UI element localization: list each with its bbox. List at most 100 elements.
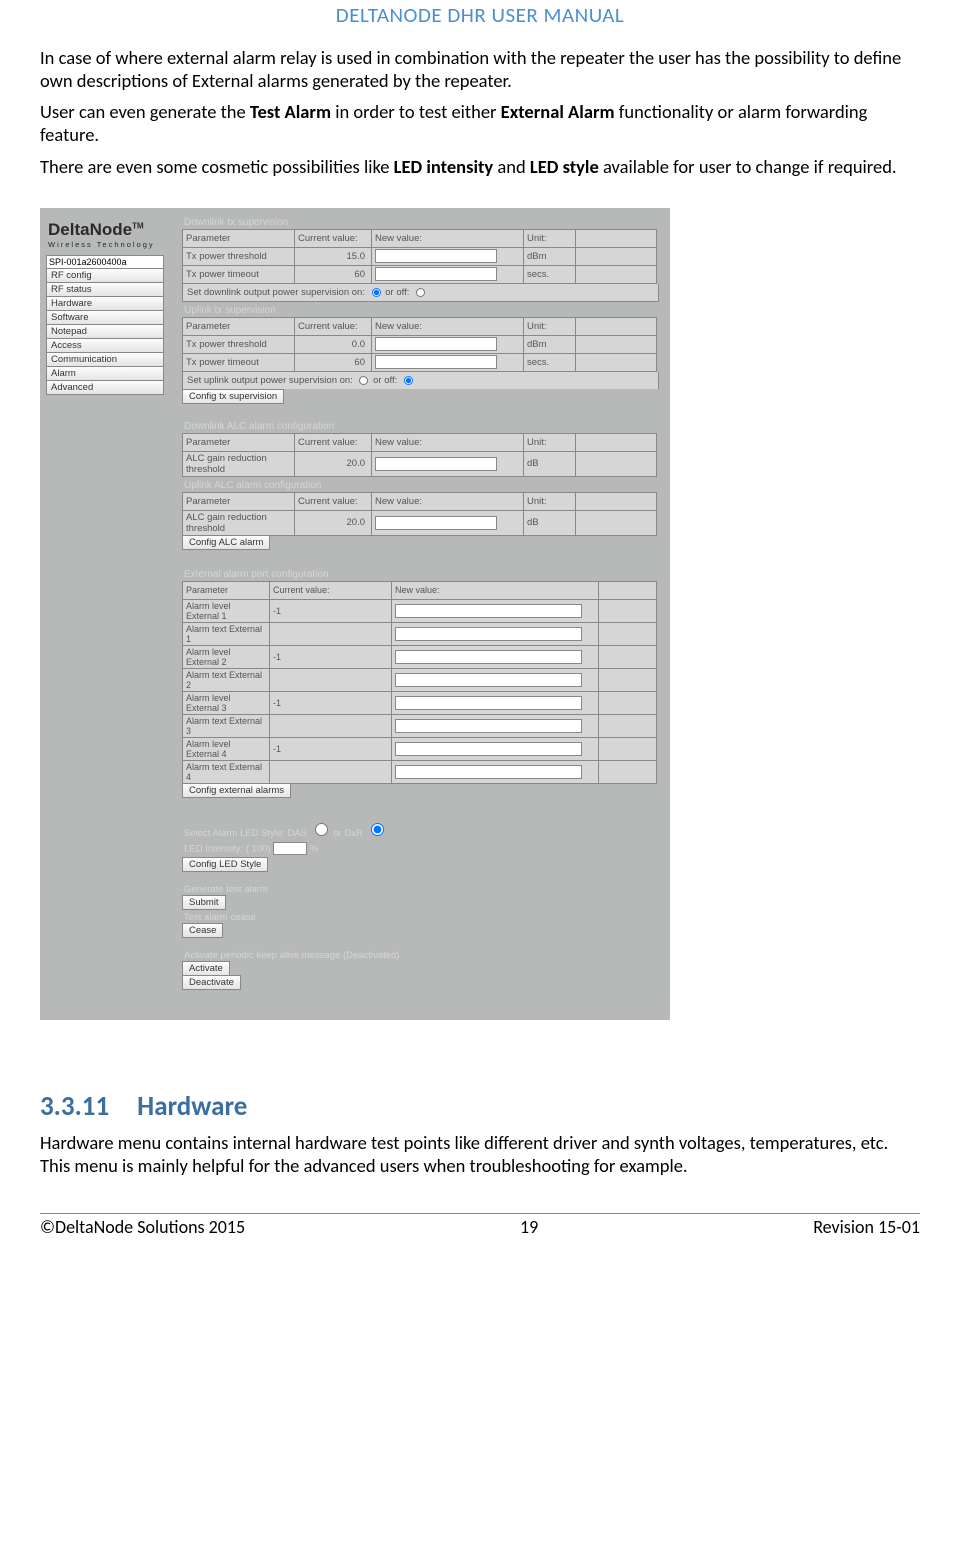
col-unit: Unit:	[524, 229, 576, 247]
text: User can even generate the	[40, 100, 250, 123]
led-style-das-radio[interactable]	[315, 823, 328, 836]
bold-led-style: LED style	[530, 155, 599, 178]
unit: dBm	[524, 247, 576, 265]
col-new-value: New value:	[372, 492, 524, 510]
current-value	[270, 622, 392, 645]
param-label: Tx power threshold	[183, 335, 295, 353]
generate-test-alarm-label: Generate test alarm	[184, 884, 664, 895]
uplink-alc-table: Parameter Current value: New value: Unit…	[182, 492, 657, 536]
nav-software[interactable]: Software	[46, 311, 164, 325]
current-value: -1	[270, 599, 392, 622]
logo-text: DeltaNode	[48, 220, 132, 239]
led-intensity-input[interactable]	[273, 842, 307, 855]
led-style-dxr-radio[interactable]	[371, 823, 384, 836]
text: There are even some cosmetic possibiliti…	[40, 155, 394, 178]
external-alarm-table: Parameter Current value: New value: Alar…	[182, 581, 657, 784]
ul-alc-threshold-input[interactable]	[375, 516, 497, 530]
unit: dB	[524, 451, 576, 476]
submit-test-alarm-button[interactable]: Submit	[182, 895, 226, 910]
nav-hardware[interactable]: Hardware	[46, 297, 164, 311]
ext-alarm-3-text-input[interactable]	[395, 719, 582, 733]
activate-keepalive-button[interactable]: Activate	[182, 961, 230, 976]
dl-sup-on-radio[interactable]	[372, 288, 381, 297]
config-external-alarms-button[interactable]: Config external alarms	[182, 783, 291, 798]
downlink-supervision-table: Parameter Current value: New value: Unit…	[182, 229, 657, 284]
col-current-value: Current value:	[295, 433, 372, 451]
page-footer: ©DeltaNode Solutions 2015 19 Revision 15…	[40, 1213, 920, 1238]
ext-alarm-4-level-input[interactable]	[395, 742, 582, 756]
tx-power-threshold-input[interactable]	[375, 249, 497, 263]
dl-sup-off-radio[interactable]	[416, 288, 425, 297]
nav-notepad[interactable]: Notepad	[46, 325, 164, 339]
current-value	[270, 714, 392, 737]
ul-sup-on-radio[interactable]	[359, 376, 368, 385]
heading-number: 3.3.11	[40, 1090, 109, 1123]
document-title: DELTANODE DHR USER MANUAL	[40, 2, 920, 28]
param-label: Alarm text External 4	[183, 760, 270, 783]
ul-tx-power-timeout-input[interactable]	[375, 355, 497, 369]
paragraph-hardware: Hardware menu contains internal hardware…	[40, 1131, 920, 1177]
ext-alarm-2-text-input[interactable]	[395, 673, 582, 687]
device-id-input[interactable]	[46, 255, 164, 269]
tx-power-timeout-input[interactable]	[375, 267, 497, 281]
nav-rf-config[interactable]: RF config	[46, 269, 164, 283]
section-3-3-11-heading: 3.3.11 Hardware	[40, 1090, 920, 1123]
paragraph-test-alarm: User can even generate the Test Alarm in…	[40, 100, 920, 146]
section-uplink-supervision: Uplink tx supervision	[184, 305, 664, 316]
ext-alarm-4-text-input[interactable]	[395, 765, 582, 779]
footer-copyright: ©DeltaNode Solutions 2015	[40, 1216, 245, 1238]
text: and	[493, 155, 530, 178]
param-label: Alarm level External 4	[183, 737, 270, 760]
ul-tx-power-threshold-input[interactable]	[375, 337, 497, 351]
param-label: Alarm level External 3	[183, 691, 270, 714]
ext-alarm-2-level-input[interactable]	[395, 650, 582, 664]
deactivate-keepalive-button[interactable]: Deactivate	[182, 975, 241, 990]
logo-subtitle: Wireless Technology	[48, 240, 178, 249]
label: LED Intensity: ( 100)	[184, 843, 271, 854]
ext-alarm-1-level-input[interactable]	[395, 604, 582, 618]
col-parameter: Parameter	[183, 229, 295, 247]
param-label: Tx power timeout	[183, 265, 295, 283]
dl-alc-threshold-input[interactable]	[375, 457, 497, 471]
ext-alarm-3-level-input[interactable]	[395, 696, 582, 710]
paragraph-external-alarm: In case of where external alarm relay is…	[40, 46, 920, 92]
col-current-value: Current value:	[295, 317, 372, 335]
nav-alarm[interactable]: Alarm	[46, 367, 164, 381]
current-value	[270, 668, 392, 691]
ext-alarm-1-text-input[interactable]	[395, 627, 582, 641]
cease-test-alarm-button[interactable]: Cease	[182, 923, 223, 938]
heading-text: Hardware	[137, 1090, 247, 1123]
current-value: 20.0	[295, 510, 372, 535]
config-tx-supervision-button[interactable]: Config tx supervision	[182, 389, 284, 404]
keepalive-label: Activate periodic keep alive message (De…	[184, 950, 664, 961]
config-alc-alarm-button[interactable]: Config ALC alarm	[182, 535, 270, 550]
text: available for user to change if required…	[599, 155, 897, 178]
text: in order to test either	[331, 100, 501, 123]
nav-rf-status[interactable]: RF status	[46, 283, 164, 297]
col-current-value: Current value:	[270, 581, 392, 599]
footer-page-number: 19	[520, 1216, 538, 1238]
section-downlink-alc: Downlink ALC alarm configuration	[184, 421, 664, 432]
col-current-value: Current value:	[295, 229, 372, 247]
col-new-value: New value:	[372, 317, 524, 335]
param-label: Alarm text External 2	[183, 668, 270, 691]
nav-access[interactable]: Access	[46, 339, 164, 353]
ul-sup-off-radio[interactable]	[404, 376, 413, 385]
footer-revision: Revision 15-01	[813, 1216, 920, 1238]
label: Set uplink output power supervision on:	[187, 375, 353, 386]
current-value: 0.0	[295, 335, 372, 353]
col-spacer	[576, 229, 657, 247]
col-parameter: Parameter	[183, 433, 295, 451]
col-current-value: Current value:	[295, 492, 372, 510]
nav-communication[interactable]: Communication	[46, 353, 164, 367]
led-style-row: Select Alarm LED Style: DAS or DxR	[184, 820, 664, 839]
config-led-style-button[interactable]: Config LED Style	[182, 857, 268, 872]
label: or off:	[370, 375, 397, 386]
logo: DeltaNodeTM Wireless Technology	[40, 214, 182, 251]
downlink-supervision-toggle: Set downlink output power supervision on…	[182, 284, 659, 302]
bold-external-alarm: External Alarm	[501, 100, 615, 123]
nav-advanced[interactable]: Advanced	[46, 381, 164, 395]
section-downlink-supervision: Downlink tx supervision	[184, 217, 664, 228]
col-unit: Unit:	[524, 317, 576, 335]
current-value: -1	[270, 645, 392, 668]
